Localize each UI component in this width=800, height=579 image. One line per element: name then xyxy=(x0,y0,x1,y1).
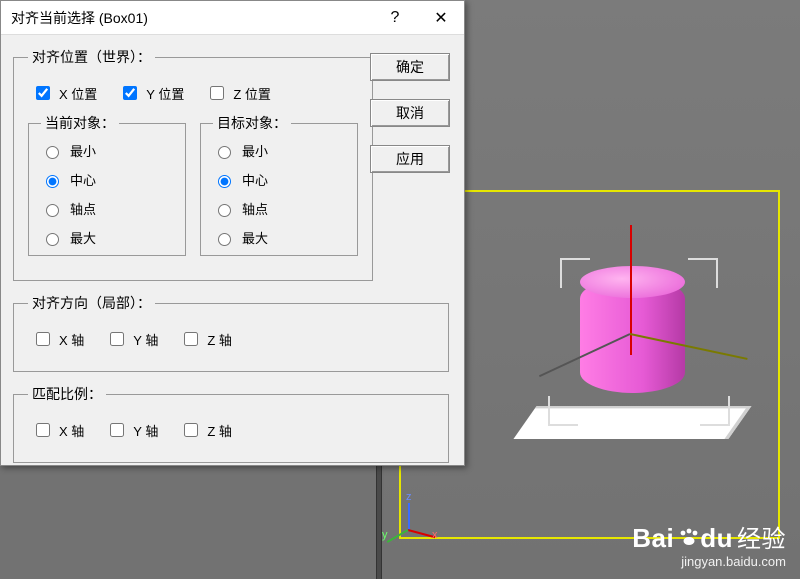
radio-轴点[interactable]: 轴点 xyxy=(213,199,345,218)
align-dialog: 对齐当前选择 (Box01) ? ✕ 确定 取消 应用 对齐位置（世界）： X … xyxy=(0,0,465,466)
radio-中心[interactable]: 中心 xyxy=(213,170,345,189)
y-axis-scale-checkbox[interactable]: Y 轴 xyxy=(106,420,158,440)
radio-轴点[interactable]: 轴点 xyxy=(41,199,173,218)
x-axis-scale-checkbox[interactable]: X 轴 xyxy=(32,420,84,440)
x-position-checkbox[interactable]: X 位置 xyxy=(32,83,97,103)
target-object-radios: 最小中心轴点最大 xyxy=(213,141,345,247)
y-position-checkbox[interactable]: Y 位置 xyxy=(119,83,184,103)
cancel-button[interactable]: 取消 xyxy=(370,99,450,127)
selection-bracket xyxy=(560,258,590,288)
ok-button[interactable]: 确定 xyxy=(370,53,450,81)
radio-中心[interactable]: 中心 xyxy=(41,170,173,189)
align-position-legend: 对齐位置（世界）： xyxy=(28,47,155,67)
dialog-titlebar[interactable]: 对齐当前选择 (Box01) ? ✕ xyxy=(1,1,464,35)
z-position-checkbox[interactable]: Z 位置 xyxy=(206,83,271,103)
z-axis-scale-checkbox[interactable]: Z 轴 xyxy=(180,420,232,440)
z-axis-orient-checkbox[interactable]: Z 轴 xyxy=(180,329,232,349)
selection-bracket xyxy=(700,396,730,426)
radio-最小[interactable]: 最小 xyxy=(213,141,345,160)
x-axis-orient-checkbox[interactable]: X 轴 xyxy=(32,329,84,349)
target-object-group: 目标对象： 最小中心轴点最大 xyxy=(200,113,358,256)
radio-最小[interactable]: 最小 xyxy=(41,141,173,160)
watermark: Bai du经验 jingyan.baidu.com xyxy=(632,519,786,569)
selection-bracket xyxy=(548,396,578,426)
dialog-title: 对齐当前选择 (Box01) xyxy=(11,8,372,28)
apply-button[interactable]: 应用 xyxy=(370,145,450,173)
match-scale-group: 匹配比例： X 轴 Y 轴 Z 轴 xyxy=(13,384,449,463)
close-button[interactable]: ✕ xyxy=(418,1,464,35)
align-position-group: 对齐位置（世界）： X 位置 Y 位置 Z 位置 当前对象： 最 xyxy=(13,47,373,281)
z-position-input[interactable] xyxy=(210,86,224,100)
current-object-group: 当前对象： 最小中心轴点最大 xyxy=(28,113,186,256)
selection-bracket xyxy=(688,258,718,288)
x-position-input[interactable] xyxy=(36,86,50,100)
radio-最大[interactable]: 最大 xyxy=(213,228,345,247)
paw-icon xyxy=(678,523,700,554)
y-axis-orient-checkbox[interactable]: Y 轴 xyxy=(106,329,158,349)
help-button[interactable]: ? xyxy=(372,1,418,35)
radio-最大[interactable]: 最大 xyxy=(41,228,173,247)
viewport-axis-indicator: z x y xyxy=(386,499,438,551)
align-orientation-group: 对齐方向（局部）： X 轴 Y 轴 Z 轴 xyxy=(13,293,449,372)
current-object-radios: 最小中心轴点最大 xyxy=(41,141,173,247)
y-position-input[interactable] xyxy=(123,86,137,100)
